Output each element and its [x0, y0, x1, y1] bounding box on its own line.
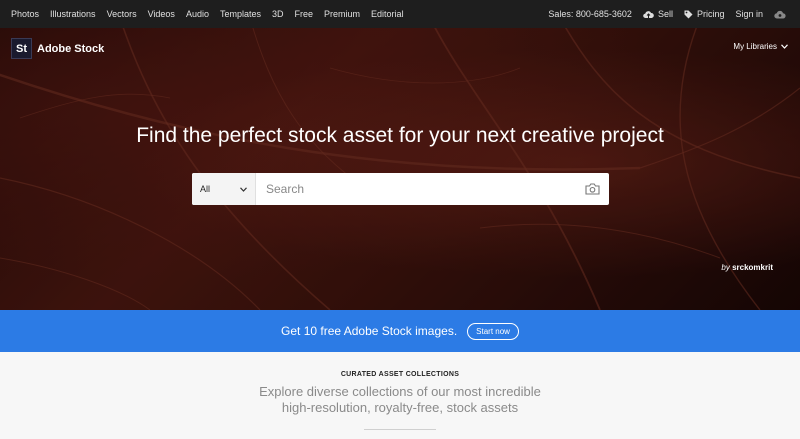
sell-link[interactable]: Sell	[643, 9, 673, 19]
nav-illustrations[interactable]: Illustrations	[50, 9, 96, 19]
adobe-stock-brand[interactable]: St Adobe Stock	[11, 38, 104, 59]
section-description: Explore diverse collections of our most …	[0, 384, 800, 416]
chevron-down-icon	[781, 44, 788, 49]
cloud-upload-icon	[643, 10, 654, 19]
tag-icon	[684, 10, 693, 18]
promo-text: Get 10 free Adobe Stock images.	[281, 324, 458, 338]
section-kicker: CURATED ASSET COLLECTIONS	[340, 371, 460, 378]
nav-photos[interactable]: Photos	[11, 9, 39, 19]
category-links: Photos Illustrations Vectors Videos Audi…	[0, 9, 415, 19]
free-images-promo: Get 10 free Adobe Stock images. Start no…	[0, 310, 800, 352]
section-divider	[364, 429, 436, 430]
sell-label: Sell	[657, 9, 673, 19]
my-libraries-menu[interactable]: My Libraries	[733, 42, 788, 51]
sales-phone: Sales: 800-685-3602	[548, 9, 632, 19]
creative-cloud-icon[interactable]	[774, 10, 790, 19]
search-scope-value: All	[200, 184, 211, 194]
nav-audio[interactable]: Audio	[186, 9, 209, 19]
nav-templates[interactable]: Templates	[220, 9, 261, 19]
brand-name: Adobe Stock	[37, 42, 105, 55]
signin-link[interactable]: Sign in	[735, 9, 763, 19]
nav-free[interactable]: Free	[295, 9, 314, 19]
description-line-2: high-resolution, royalty-free, stock ass…	[281, 400, 519, 415]
visual-search-button[interactable]	[575, 183, 609, 195]
curated-collections-section: CURATED ASSET COLLECTIONS Explore divers…	[0, 352, 800, 439]
top-navigation: Photos Illustrations Vectors Videos Audi…	[0, 0, 800, 28]
nav-editorial[interactable]: Editorial	[371, 9, 404, 19]
start-now-button[interactable]: Start now	[467, 322, 519, 340]
pricing-label: Pricing	[696, 9, 725, 19]
nav-premium[interactable]: Premium	[324, 9, 360, 19]
hero-headline: Find the perfect stock asset for your ne…	[136, 124, 664, 147]
search-scope-dropdown[interactable]: All	[192, 173, 256, 205]
search-input[interactable]	[256, 174, 575, 204]
leaf-texture-background	[0, 28, 800, 310]
account-links: Sales: 800-685-3602 Sell Pricing Sign in	[537, 9, 800, 19]
camera-icon	[584, 183, 600, 195]
nav-videos[interactable]: Videos	[148, 9, 175, 19]
photo-credit: by srckomkrit	[721, 263, 773, 272]
my-libraries-label: My Libraries	[733, 42, 777, 51]
credit-prefix: by	[721, 263, 730, 272]
hero-banner: St Adobe Stock My Libraries Find the per…	[0, 28, 800, 310]
description-line-1: Explore diverse collections of our most …	[259, 384, 541, 399]
credit-author[interactable]: srckomkrit	[732, 263, 773, 272]
adobe-stock-logo: St	[11, 38, 32, 59]
nav-vectors[interactable]: Vectors	[107, 9, 137, 19]
pricing-link[interactable]: Pricing	[684, 9, 725, 19]
search-bar: All	[192, 173, 609, 205]
chevron-down-icon	[240, 186, 247, 192]
nav-3d[interactable]: 3D	[272, 9, 284, 19]
